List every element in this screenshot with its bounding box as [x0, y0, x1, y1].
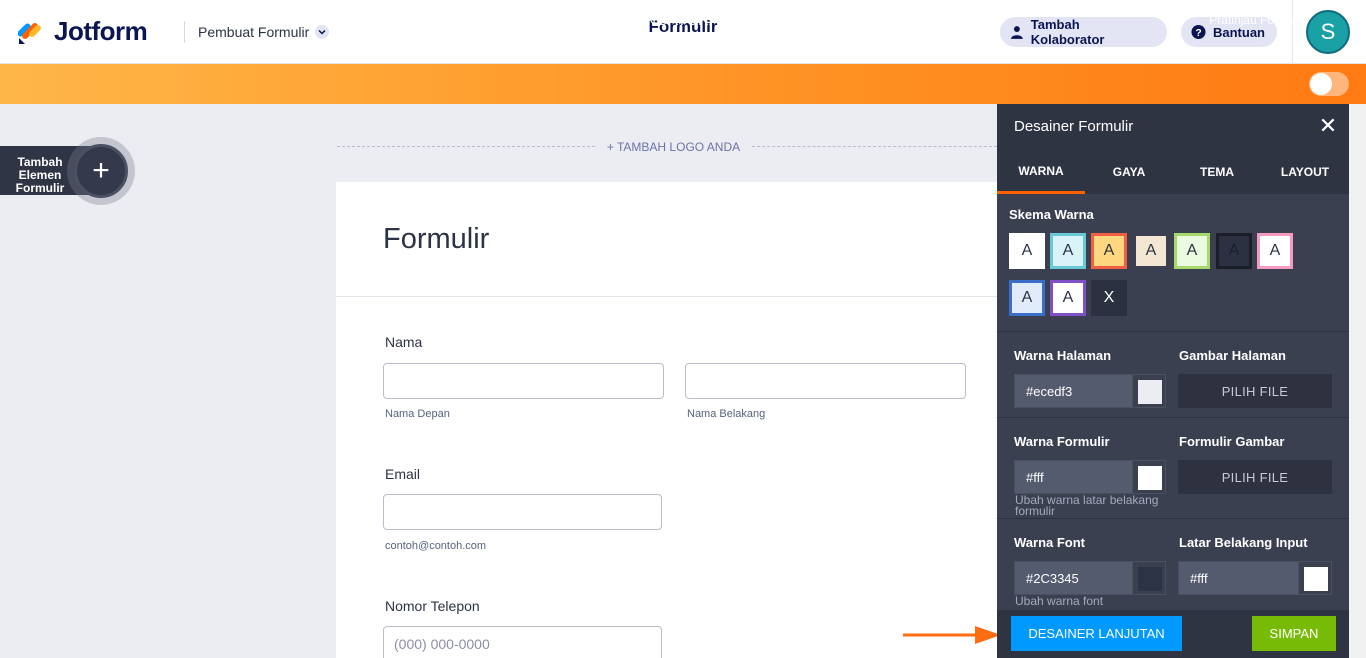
- page-color-label: Warna Halaman: [1014, 348, 1112, 363]
- page-color-picker[interactable]: [1132, 374, 1166, 408]
- header-divider: [184, 21, 185, 43]
- tab-colors[interactable]: WARNA: [997, 150, 1085, 194]
- color-scheme-swatch[interactable]: A: [1091, 233, 1127, 269]
- tab-layout[interactable]: LAYOUT: [1261, 150, 1349, 194]
- arrow-right-icon: [903, 626, 1001, 644]
- color-scheme-swatch[interactable]: A: [1133, 233, 1169, 269]
- builder-nav: [0, 64, 1366, 104]
- tab-settings[interactable]: PENGATURAN: [599, 0, 756, 40]
- page-image-label: Gambar Halaman: [1179, 348, 1286, 363]
- designer-title: Desainer Formulir: [1014, 118, 1134, 135]
- save-button[interactable]: SIMPAN: [1252, 616, 1336, 651]
- form-preview-toggle[interactable]: [1309, 72, 1349, 96]
- color-scheme-swatch[interactable]: A: [1009, 280, 1045, 316]
- add-element-button[interactable]: +: [74, 144, 128, 198]
- input-background-input[interactable]: #fff: [1178, 561, 1299, 595]
- form-image-file-button[interactable]: PILIH FILE: [1178, 460, 1332, 494]
- avatar[interactable]: S: [1306, 10, 1350, 54]
- color-scheme-label: Skema Warna: [1009, 207, 1094, 222]
- email-label: Email: [385, 466, 421, 482]
- color-scheme-swatch[interactable]: A: [1050, 233, 1086, 269]
- section-divider: [997, 331, 1349, 332]
- color-scheme-swatch[interactable]: A: [1009, 233, 1045, 269]
- tab-styles[interactable]: GAYA: [1085, 150, 1173, 194]
- form-color-hint: Ubah warna latar belakang formulir: [1015, 493, 1159, 518]
- font-color-hint: Ubah warna font: [1015, 594, 1104, 608]
- section-divider: [997, 518, 1349, 519]
- logo-line-left: [337, 146, 595, 147]
- jotform-logo[interactable]: Jotform: [18, 16, 148, 47]
- add-collaborator-button[interactable]: Tambah Kolaborator: [1000, 17, 1167, 47]
- user-icon: [1010, 26, 1023, 39]
- last-name-input[interactable]: [685, 363, 966, 399]
- builder-label: Pembuat Formulir: [198, 24, 310, 40]
- input-background-label: Latar Belakang Input: [1179, 535, 1308, 550]
- title-separator: [336, 296, 997, 297]
- font-color-input[interactable]: #2C3345: [1014, 561, 1133, 595]
- builder-selector[interactable]: Pembuat Formulir: [198, 24, 330, 40]
- tab-build[interactable]: BANGUN: [480, 0, 599, 40]
- input-background-picker[interactable]: [1298, 561, 1332, 595]
- add-logo-button[interactable]: + TAMBAH LOGO ANDA: [595, 140, 752, 154]
- form-color-input[interactable]: #fff: [1014, 460, 1133, 494]
- phone-label: Nomor Telepon: [385, 598, 480, 614]
- color-scheme-swatch[interactable]: A: [1216, 233, 1252, 269]
- phone-input[interactable]: (000) 000-0000: [383, 626, 662, 658]
- form-title[interactable]: Formulir: [383, 223, 489, 256]
- brand-name: Jotform: [54, 16, 148, 46]
- tab-themes[interactable]: TEMA: [1173, 150, 1261, 194]
- color-scheme-swatch[interactable]: A: [1050, 280, 1086, 316]
- jotform-logo-icon: [18, 22, 41, 44]
- svg-text:?: ?: [1195, 28, 1201, 39]
- font-color-label: Warna Font: [1014, 535, 1086, 550]
- form-image-label: Formulir Gambar: [1179, 434, 1285, 449]
- tab-publish[interactable]: PUBLIKASI: [756, 0, 886, 40]
- logo-line-right: [752, 146, 997, 147]
- chevron-down-icon: [315, 25, 330, 39]
- reset-scheme-button[interactable]: X: [1091, 280, 1127, 316]
- name-label: Nama: [385, 334, 423, 350]
- panel-scrollbar[interactable]: [1349, 104, 1366, 658]
- toggle-knob: [1310, 73, 1332, 95]
- page-color-input[interactable]: #ecedf3: [1014, 374, 1133, 408]
- add-collaborator-label: Tambah Kolaborator: [1030, 17, 1105, 47]
- close-icon[interactable]: ✕: [1316, 113, 1340, 138]
- form-preview-label: Pratinjau Formulir: [1209, 13, 1304, 27]
- page-image-file-button[interactable]: PILIH FILE: [1178, 374, 1332, 408]
- first-name-input[interactable]: [383, 363, 664, 399]
- font-color-picker[interactable]: [1132, 561, 1166, 595]
- form-color-picker[interactable]: [1132, 460, 1166, 494]
- advanced-designer-button[interactable]: DESAINER LANJUTAN: [1011, 616, 1182, 651]
- email-sublabel: contoh@contoh.com: [385, 540, 487, 552]
- first-name-sublabel: Nama Depan: [385, 408, 450, 420]
- form-color-label: Warna Formulir: [1014, 434, 1110, 449]
- color-scheme-swatch[interactable]: A: [1257, 233, 1293, 269]
- email-input[interactable]: [383, 494, 662, 530]
- avatar-container: S: [1292, 0, 1366, 64]
- section-divider: [997, 417, 1349, 418]
- last-name-sublabel: Nama Belakang: [687, 408, 766, 420]
- color-scheme-swatch[interactable]: A: [1174, 233, 1210, 269]
